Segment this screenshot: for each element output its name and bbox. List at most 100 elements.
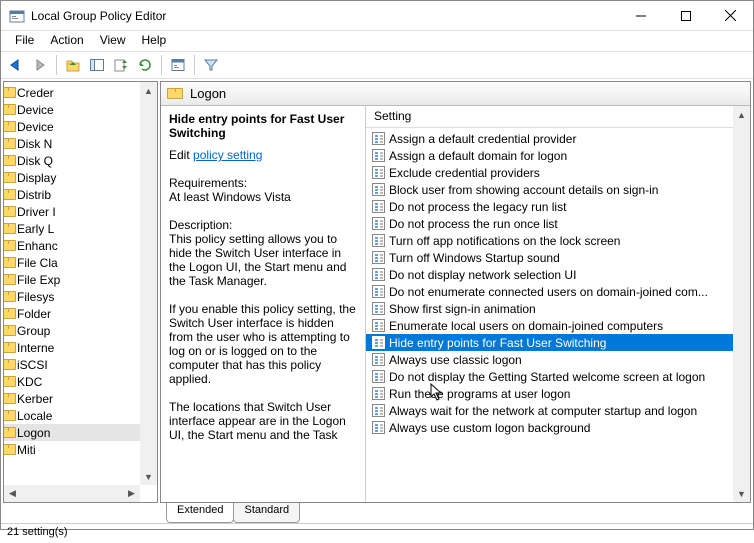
tree-item[interactable]: >Display [3, 169, 157, 186]
tree-item-label: Miti [17, 443, 36, 457]
close-button[interactable] [708, 1, 753, 30]
tree-item[interactable]: >File Exp [3, 271, 157, 288]
list-item-label: Do not display the Getting Started welco… [389, 370, 705, 384]
tree-item[interactable]: >Device [3, 118, 157, 135]
tree-item[interactable]: Early L [3, 220, 157, 237]
tree-item[interactable]: >Filesys [3, 288, 157, 305]
tree-item[interactable]: >Disk N [3, 135, 157, 152]
list-item-label: Do not process the run once list [389, 217, 558, 231]
list-item[interactable]: Do not process the legacy run list [366, 198, 733, 215]
up-folder-button[interactable] [62, 54, 84, 76]
forward-button[interactable] [29, 54, 51, 76]
folder-icon [3, 427, 14, 438]
folder-icon [3, 138, 14, 149]
list-item-label: Always use custom logon background [389, 421, 590, 435]
tree-item[interactable]: >Interne [3, 339, 157, 356]
tree-item[interactable]: Logon [3, 424, 157, 441]
list-item[interactable]: Show first sign-in animation [366, 300, 733, 317]
settings-list: Setting Assign a default credential prov… [366, 106, 750, 502]
tab-standard[interactable]: Standard [233, 503, 300, 523]
description-heading: Description: [169, 218, 357, 232]
description-body-3: The locations that Switch User interface… [169, 400, 357, 442]
menu-bar: File Action View Help [1, 31, 753, 51]
folder-icon [3, 444, 14, 455]
policy-icon [372, 353, 385, 366]
policy-icon [372, 251, 385, 264]
export-button[interactable] [110, 54, 132, 76]
edit-link-row: Edit policy setting [169, 148, 357, 162]
list-item[interactable]: Block user from showing account details … [366, 181, 733, 198]
list-item[interactable]: Enumerate local users on domain-joined c… [366, 317, 733, 334]
tree-item[interactable]: File Cla [3, 254, 157, 271]
back-button[interactable] [5, 54, 27, 76]
list-item[interactable]: Turn off Windows Startup sound [366, 249, 733, 266]
tree-item-label: Device [17, 103, 54, 117]
tree-item[interactable]: Enhanc [3, 237, 157, 254]
list-item[interactable]: Always use classic logon [366, 351, 733, 368]
properties-button[interactable] [167, 54, 189, 76]
menu-help[interactable]: Help [134, 31, 175, 51]
folder-icon [3, 393, 14, 404]
tree-hscroll[interactable]: ◀▶ [4, 485, 140, 502]
list-item[interactable]: Do not display the Getting Started welco… [366, 368, 733, 385]
list-item[interactable]: Assign a default credential provider [366, 130, 733, 147]
list-vscroll[interactable]: ▲▼ [733, 106, 750, 502]
list-item[interactable]: Do not display network selection UI [366, 266, 733, 283]
list-item[interactable]: Exclude credential providers [366, 164, 733, 181]
breadcrumb: Logon [161, 82, 750, 106]
show-tree-button[interactable] [86, 54, 108, 76]
tree-item[interactable]: Driver I [3, 203, 157, 220]
policy-icon [372, 302, 385, 315]
policy-icon [372, 183, 385, 196]
tree-item-label: Interne [17, 341, 54, 355]
filter-button[interactable] [200, 54, 222, 76]
list-item[interactable]: Run these programs at user logon [366, 385, 733, 402]
tree-item[interactable]: >Disk Q [3, 152, 157, 169]
tree-item[interactable]: >Miti [3, 441, 157, 458]
tree-item[interactable]: Distrib [3, 186, 157, 203]
list-item-label: Enumerate local users on domain-joined c… [389, 319, 663, 333]
selected-policy-name: Hide entry points for Fast User Switchin… [169, 112, 357, 140]
tree-item[interactable]: KDC [3, 373, 157, 390]
tree-item-label: File Exp [17, 273, 60, 287]
tree-item[interactable]: >iSCSI [3, 356, 157, 373]
folder-icon [3, 240, 14, 251]
list-item[interactable]: Assign a default domain for logon [366, 147, 733, 164]
menu-action[interactable]: Action [42, 31, 91, 51]
folder-icon [3, 121, 14, 132]
tree-pane: Creder Device>Device>Disk N>Disk Q>Displa… [3, 81, 158, 503]
list-item[interactable]: Do not process the run once list [366, 215, 733, 232]
policy-icon [372, 234, 385, 247]
list-item[interactable]: Turn off app notifications on the lock s… [366, 232, 733, 249]
tree-vscroll[interactable]: ▲▼ [140, 82, 157, 485]
list-item[interactable]: Always use custom logon background [366, 419, 733, 436]
tree-item-label: Locale [17, 409, 52, 423]
tree-item[interactable]: Folder [3, 305, 157, 322]
tree-item-label: KDC [17, 375, 42, 389]
list-item[interactable]: Hide entry points for Fast User Switchin… [366, 334, 733, 351]
tree-item-label: Early L [17, 222, 54, 236]
column-header-setting[interactable]: Setting [366, 106, 750, 128]
refresh-button[interactable] [134, 54, 156, 76]
list-item[interactable]: Do not enumerate connected users on doma… [366, 283, 733, 300]
title-bar: Local Group Policy Editor [1, 1, 753, 31]
policy-icon [372, 319, 385, 332]
tree-item[interactable]: Kerber [3, 390, 157, 407]
policy-icon [372, 268, 385, 281]
tree-item-label: Kerber [17, 392, 53, 406]
list-item[interactable]: Always wait for the network at computer … [366, 402, 733, 419]
tree-item-label: Display [17, 171, 56, 185]
tree-item[interactable]: Locale [3, 407, 157, 424]
policy-icon [372, 166, 385, 179]
tree-item[interactable]: Device [3, 101, 157, 118]
requirements-heading: Requirements: [169, 176, 357, 190]
edit-policy-link[interactable]: policy setting [193, 148, 262, 162]
maximize-button[interactable] [663, 1, 708, 30]
minimize-button[interactable] [618, 1, 663, 30]
menu-file[interactable]: File [7, 31, 42, 51]
tree-item[interactable]: >Group [3, 322, 157, 339]
tree-item[interactable]: Creder [3, 84, 157, 101]
tab-extended[interactable]: Extended [166, 503, 234, 523]
folder-icon [3, 274, 14, 285]
menu-view[interactable]: View [92, 31, 134, 51]
